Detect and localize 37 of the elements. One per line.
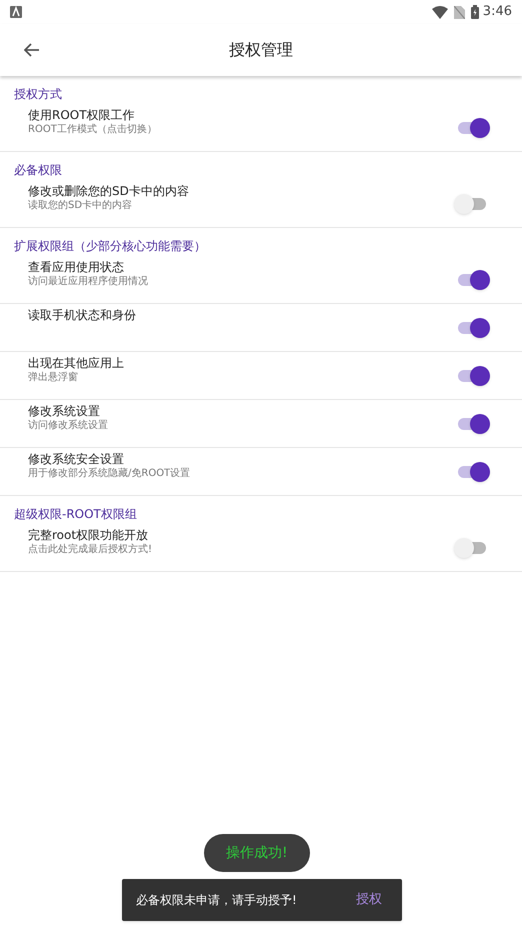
permission-title: 修改或删除您的SD卡中的内容 [28, 183, 190, 199]
snackbar-message: 必备权限未申请，请手动授予! [136, 892, 297, 909]
toolbar-title: 授权管理 [229, 39, 293, 61]
status-time: 3:46 [482, 3, 512, 22]
permission-title: 完整root权限功能开放 [28, 527, 150, 543]
permission-row[interactable]: 修改或删除您的SD卡中的内容 读取您的SD卡中的内容 [0, 180, 522, 228]
permission-description: ROOT工作模式（点击切换） [28, 123, 158, 137]
permission-description: 读取您的SD卡中的内容 [28, 199, 134, 213]
permission-title: 修改系统设置 [28, 403, 101, 419]
permission-description: 点击此处完成最后授权方式! [28, 543, 154, 557]
permission-row[interactable]: 查看应用使用状态 访问最近应用程序使用情况 [0, 256, 522, 304]
permission-row[interactable]: 读取手机状态和身份 [0, 304, 522, 352]
grant-button[interactable]: 授权 [356, 890, 382, 910]
permission-title: 使用ROOT权限工作 [28, 107, 136, 123]
section-header: 扩展权限组（少部分核心功能需要） [13, 238, 207, 255]
permission-row[interactable]: 完整root权限功能开放 点击此处完成最后授权方式! [0, 524, 522, 572]
permission-description: 访问修改系统设置 [28, 419, 109, 433]
permission-title: 出现在其他应用上 [28, 355, 125, 371]
section-header: 授权方式 [13, 86, 63, 103]
wifi-icon [432, 6, 448, 18]
no-sim-icon [454, 6, 465, 18]
permission-title: 查看应用使用状态 [28, 259, 125, 275]
permission-title: 读取手机状态和身份 [28, 307, 137, 323]
permission-description: 弹出悬浮窗 [28, 371, 79, 385]
section-header: 超级权限-ROOT权限组 [13, 506, 138, 523]
permission-title: 修改系统安全设置 [28, 451, 125, 467]
toast-message: 操作成功! [204, 834, 310, 872]
permission-description: 访问最近应用程序使用情况 [28, 275, 149, 289]
permission-row[interactable]: 修改系统安全设置 用于修改部分系统隐藏/免ROOT设置 [0, 448, 522, 496]
permission-row[interactable]: 修改系统设置 访问修改系统设置 [0, 400, 522, 448]
permission-row[interactable]: 使用ROOT权限工作 ROOT工作模式（点击切换） [0, 104, 522, 152]
notification-icon [10, 6, 22, 18]
battery-icon [470, 5, 479, 19]
back-arrow-icon [24, 43, 40, 57]
permission-description: 用于修改部分系统隐藏/免ROOT设置 [28, 467, 192, 481]
section-header: 必备权限 [13, 162, 63, 179]
permission-row[interactable]: 出现在其他应用上 弹出悬浮窗 [0, 352, 522, 400]
